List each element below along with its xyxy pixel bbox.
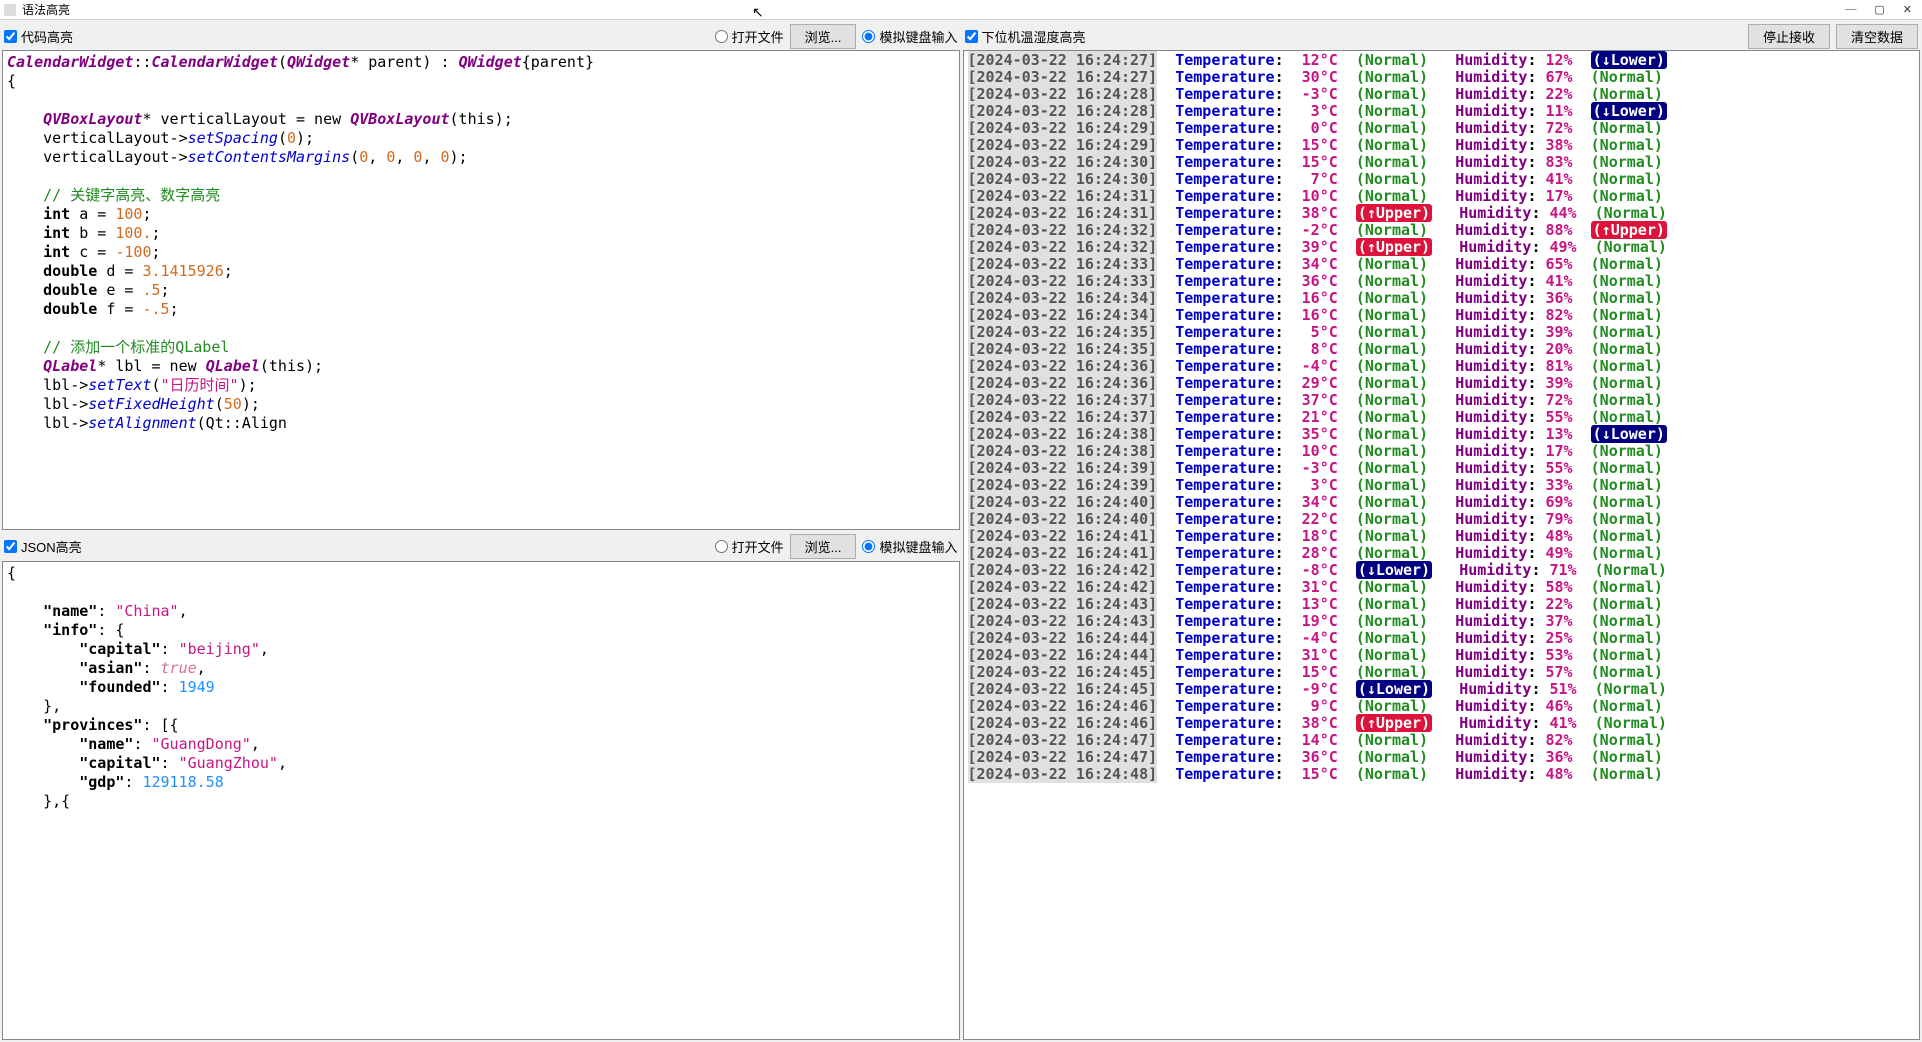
log-line: [2024-03-22 16:24:47] Temperature: 14°C …	[968, 732, 1916, 749]
maximize-button[interactable]: ▢	[1874, 3, 1884, 16]
log-line: [2024-03-22 16:24:41] Temperature: 28°C …	[968, 545, 1916, 562]
code-highlight-label: 代码高亮	[21, 27, 73, 46]
log-viewer[interactable]: [2024-03-22 16:24:27] Temperature: 12°C …	[963, 50, 1921, 1040]
json-openfile-label: 打开文件	[732, 537, 784, 556]
log-line: [2024-03-22 16:24:30] Temperature: 7°C (…	[968, 171, 1916, 188]
app-icon	[4, 4, 16, 16]
log-line: [2024-03-22 16:24:35] Temperature: 8°C (…	[968, 341, 1916, 358]
log-line: [2024-03-22 16:24:40] Temperature: 34°C …	[968, 494, 1916, 511]
json-simkb-label: 模拟键盘输入	[879, 537, 957, 556]
log-line: [2024-03-22 16:24:28] Temperature: -3°C …	[968, 86, 1916, 103]
code-panel-header: 代码高亮 打开文件 浏览... 模拟键盘输入	[2, 22, 960, 50]
log-line: [2024-03-22 16:24:35] Temperature: 5°C (…	[968, 324, 1916, 341]
json-simkb-radio[interactable]: 模拟键盘输入	[862, 537, 957, 556]
log-line: [2024-03-22 16:24:42] Temperature: -8°C …	[968, 562, 1916, 579]
json-highlight-checkbox[interactable]: JSON高亮	[4, 537, 82, 556]
log-line: [2024-03-22 16:24:34] Temperature: 16°C …	[968, 290, 1916, 307]
log-line: [2024-03-22 16:24:39] Temperature: -3°C …	[968, 460, 1916, 477]
json-highlight-label: JSON高亮	[21, 537, 82, 556]
log-line: [2024-03-22 16:24:36] Temperature: 29°C …	[968, 375, 1916, 392]
log-line: [2024-03-22 16:24:37] Temperature: 21°C …	[968, 409, 1916, 426]
log-line: [2024-03-22 16:24:33] Temperature: 36°C …	[968, 273, 1916, 290]
log-panel-header: 下位机温湿度高亮 停止接收 清空数据	[963, 22, 1921, 50]
log-line: [2024-03-22 16:24:41] Temperature: 18°C …	[968, 528, 1916, 545]
clear-data-button[interactable]: 清空数据	[1836, 24, 1918, 49]
log-line: [2024-03-22 16:24:33] Temperature: 34°C …	[968, 256, 1916, 273]
window-titlebar: 语法高亮 — ▢ ✕	[0, 0, 1922, 20]
log-line: [2024-03-22 16:24:45] Temperature: 15°C …	[968, 664, 1916, 681]
log-line: [2024-03-22 16:24:31] Temperature: 38°C …	[968, 205, 1916, 222]
code-simkb-label: 模拟键盘输入	[879, 27, 957, 46]
log-line: [2024-03-22 16:24:40] Temperature: 22°C …	[968, 511, 1916, 528]
json-browse-button[interactable]: 浏览...	[790, 534, 857, 559]
log-line: [2024-03-22 16:24:27] Temperature: 30°C …	[968, 69, 1916, 86]
log-line: [2024-03-22 16:24:28] Temperature: 3°C (…	[968, 103, 1916, 120]
log-line: [2024-03-22 16:24:36] Temperature: -4°C …	[968, 358, 1916, 375]
window-title: 语法高亮	[22, 1, 1845, 18]
log-line: [2024-03-22 16:24:45] Temperature: -9°C …	[968, 681, 1916, 698]
json-panel-header: JSON高亮 打开文件 浏览... 模拟键盘输入	[2, 533, 960, 561]
log-line: [2024-03-22 16:24:48] Temperature: 15°C …	[968, 766, 1916, 783]
log-line: [2024-03-22 16:24:31] Temperature: 10°C …	[968, 188, 1916, 205]
code-highlight-checkbox[interactable]: 代码高亮	[4, 27, 73, 46]
log-line: [2024-03-22 16:24:37] Temperature: 37°C …	[968, 392, 1916, 409]
log-line: [2024-03-22 16:24:32] Temperature: 39°C …	[968, 239, 1916, 256]
log-line: [2024-03-22 16:24:30] Temperature: 15°C …	[968, 154, 1916, 171]
json-openfile-radio[interactable]: 打开文件	[715, 537, 784, 556]
code-openfile-radio[interactable]: 打开文件	[715, 27, 784, 46]
log-line: [2024-03-22 16:24:34] Temperature: 16°C …	[968, 307, 1916, 324]
code-browse-button[interactable]: 浏览...	[790, 24, 857, 49]
stop-receive-button[interactable]: 停止接收	[1748, 24, 1830, 49]
log-line: [2024-03-22 16:24:44] Temperature: 31°C …	[968, 647, 1916, 664]
log-line: [2024-03-22 16:24:44] Temperature: -4°C …	[968, 630, 1916, 647]
log-line: [2024-03-22 16:24:29] Temperature: 15°C …	[968, 137, 1916, 154]
code-editor[interactable]: CalendarWidget::CalendarWidget(QWidget* …	[2, 50, 960, 530]
log-line: [2024-03-22 16:24:47] Temperature: 36°C …	[968, 749, 1916, 766]
log-line: [2024-03-22 16:24:38] Temperature: 35°C …	[968, 426, 1916, 443]
close-button[interactable]: ✕	[1903, 3, 1912, 16]
json-editor[interactable]: { "name": "China", "info": { "capital": …	[2, 561, 960, 1041]
minimize-button[interactable]: —	[1845, 3, 1856, 16]
log-line: [2024-03-22 16:24:39] Temperature: 3°C (…	[968, 477, 1916, 494]
log-line: [2024-03-22 16:24:29] Temperature: 0°C (…	[968, 120, 1916, 137]
code-simkb-radio[interactable]: 模拟键盘输入	[862, 27, 957, 46]
log-line: [2024-03-22 16:24:43] Temperature: 19°C …	[968, 613, 1916, 630]
log-line: [2024-03-22 16:24:46] Temperature: 9°C (…	[968, 698, 1916, 715]
log-line: [2024-03-22 16:24:46] Temperature: 38°C …	[968, 715, 1916, 732]
log-line: [2024-03-22 16:24:38] Temperature: 10°C …	[968, 443, 1916, 460]
log-highlight-label: 下位机温湿度高亮	[982, 27, 1086, 46]
code-openfile-label: 打开文件	[732, 27, 784, 46]
log-highlight-checkbox[interactable]: 下位机温湿度高亮	[965, 27, 1086, 46]
log-line: [2024-03-22 16:24:32] Temperature: -2°C …	[968, 222, 1916, 239]
log-line: [2024-03-22 16:24:42] Temperature: 31°C …	[968, 579, 1916, 596]
log-line: [2024-03-22 16:24:27] Temperature: 12°C …	[968, 52, 1916, 69]
log-line: [2024-03-22 16:24:43] Temperature: 13°C …	[968, 596, 1916, 613]
